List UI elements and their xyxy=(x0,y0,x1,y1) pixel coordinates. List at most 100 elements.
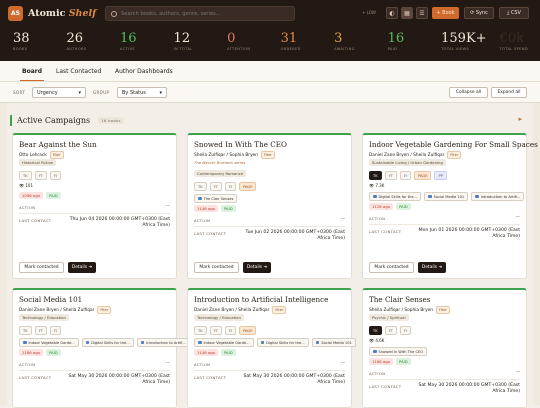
campaign-card[interactable]: Bear Against the Sun Otto Lehrack Fiter His… xyxy=(12,133,177,279)
platform-chip[interactable]: PAGE xyxy=(239,182,257,191)
linked-book[interactable]: Digital Skills for the... xyxy=(369,192,422,201)
action-value: — xyxy=(165,204,171,209)
platform-chips: TK YT FI xyxy=(19,326,62,335)
grid-view-icon[interactable]: ▦ xyxy=(401,7,413,19)
card-author: Daniel Zane Bryen / Sheila Zulfiqar Fiter xyxy=(369,151,462,159)
section-menu-icon[interactable]: ▸ xyxy=(518,115,522,123)
platform-chip[interactable]: FI xyxy=(224,182,237,191)
platform-chip[interactable]: YT xyxy=(209,182,222,191)
brand-main: Atomic xyxy=(28,8,66,19)
sync-button[interactable]: ⟳ Sync xyxy=(464,7,494,19)
csv-button[interactable]: ⤓ CSV xyxy=(499,7,529,19)
platform-chip[interactable]: YT xyxy=(209,326,222,335)
platform-chip[interactable]: YT xyxy=(384,326,397,335)
platform-chip[interactable]: TK xyxy=(194,182,207,191)
card-title[interactable]: Bear Against the Sun xyxy=(19,140,97,149)
linked-book[interactable]: The Clair Senses xyxy=(194,194,238,203)
campaign-card[interactable]: The Clair Senses Sheila Zulfiqar / Sophia… xyxy=(362,288,527,408)
mark-contacted-button[interactable]: Mark contacted xyxy=(19,262,64,273)
platform-chip[interactable]: TK xyxy=(194,326,207,335)
status-row: 1126 ago PAID xyxy=(369,203,411,210)
days-ago-badge: 1166 ago xyxy=(369,358,393,365)
platform-chip[interactable]: YT xyxy=(34,171,47,180)
card-title[interactable]: Social Media 101 xyxy=(19,295,82,304)
campaign-card[interactable]: Snowed In With The CEO Sheila Zulfiqar / … xyxy=(187,133,352,279)
top-bar: AS Atomic Shelf + LOW ◐ ▦ ☰ + Book ⟳ Syn… xyxy=(0,0,540,27)
linked-book[interactable]: Indoor Vegetable Garde... xyxy=(19,338,79,347)
card-divider xyxy=(19,213,170,214)
expand-all-button[interactable]: Expand all xyxy=(491,87,527,98)
campaign-card[interactable]: Social Media 101 Daniel Zane Bryen / Shei… xyxy=(12,288,190,408)
linked-book[interactable]: Social Media 101 xyxy=(424,192,469,201)
last-contact-value: Tue Jun 02 2026 00:00:00 GMT+0300 (East … xyxy=(245,230,345,241)
campaign-card[interactable]: Indoor Vegetable Gardening For Small Spa… xyxy=(362,133,538,279)
details-button[interactable]: Details ➜ xyxy=(418,262,446,273)
linked-book[interactable]: Introduction to Artifi... xyxy=(471,192,525,201)
platform-chip[interactable]: TK xyxy=(19,326,32,335)
platform-chip[interactable]: FI xyxy=(224,326,237,335)
platform-chip[interactable]: PAGE xyxy=(414,171,432,180)
collapse-all-button[interactable]: Collapse all xyxy=(449,87,488,98)
linked-book[interactable]: Digital Skills for the... xyxy=(81,338,134,347)
platform-chip[interactable]: TK xyxy=(369,326,382,335)
section-header[interactable]: Active Campaigns 16 books ▸ xyxy=(10,112,530,128)
mark-contacted-button[interactable]: Mark contacted xyxy=(194,262,239,273)
add-book-button[interactable]: + Book xyxy=(432,7,459,19)
details-button[interactable]: Details ➜ xyxy=(68,262,96,273)
card-title[interactable]: Introduction to Artificial Intelligence xyxy=(194,295,328,304)
series-label: The Mercer Brothers series xyxy=(194,160,246,165)
paid-badge: PAID xyxy=(220,349,236,356)
tab-author-dashboards[interactable]: Author Dashboards xyxy=(115,68,173,75)
author-name: Sheila Zulfiqar / Sophia Bryen xyxy=(369,307,433,313)
book-icon xyxy=(373,194,377,199)
platform-chip[interactable]: FI xyxy=(399,171,412,180)
group-select[interactable]: By Status ▾ xyxy=(117,87,167,98)
linked-book[interactable]: Indoor Vegetable Garde... xyxy=(194,338,254,347)
stat-label: AUTHORS xyxy=(66,47,87,51)
genre-tag: Sustainable Living / Urban Gardening xyxy=(369,159,446,166)
details-button[interactable]: Details ➜ xyxy=(243,262,271,273)
genre-tag: Contemporary Romance xyxy=(194,170,247,177)
linked-book-title: Digital Skills for the... xyxy=(378,194,418,199)
list-view-icon[interactable]: ☰ xyxy=(416,7,428,19)
platform-chip[interactable]: FI xyxy=(49,171,62,180)
linked-book[interactable]: Introduction to Artifi... xyxy=(136,338,190,347)
linked-book[interactable]: Digital Skills for the... xyxy=(256,338,309,347)
last-contact-label: LAST CONTACT xyxy=(369,229,402,234)
status-row: 1096 ago PAID xyxy=(19,192,61,199)
platform-chip[interactable]: TK xyxy=(369,171,382,180)
platform-chip[interactable]: YT xyxy=(34,326,47,335)
last-contact-label: LAST CONTACT xyxy=(19,375,52,380)
action-label: ACTION xyxy=(19,362,36,367)
tab-board[interactable]: Board xyxy=(20,68,44,81)
campaign-card[interactable]: Introduction to Artificial Intelligence D… xyxy=(187,288,356,408)
paid-badge: PAID xyxy=(45,192,61,199)
card-title[interactable]: Snowed In With The CEO xyxy=(194,140,287,149)
platform-chip[interactable]: PP xyxy=(434,171,447,180)
linked-book[interactable]: Social Media 101 xyxy=(311,338,356,347)
paid-badge: PAID xyxy=(220,205,236,212)
platform-chip[interactable]: TK xyxy=(19,171,32,180)
sort-label: SORT xyxy=(13,90,26,95)
card-title[interactable]: Indoor Vegetable Gardening For Small Spa… xyxy=(369,140,538,149)
platform-chip[interactable]: YT xyxy=(384,171,397,180)
theme-icon[interactable]: ◐ xyxy=(386,7,398,19)
platform-chip[interactable]: FI xyxy=(399,326,412,335)
search-box[interactable] xyxy=(105,6,295,21)
platform-chip[interactable]: FI xyxy=(49,326,62,335)
action-value: — xyxy=(165,361,171,366)
chevron-down-icon: ▾ xyxy=(159,89,162,96)
card-title[interactable]: The Clair Senses xyxy=(369,295,431,304)
mark-contacted-button[interactable]: Mark contacted xyxy=(369,262,414,273)
sort-select[interactable]: Urgency ▾ xyxy=(32,87,86,98)
days-ago-badge: 1186 ago xyxy=(19,349,43,356)
last-contact-label: LAST CONTACT xyxy=(19,218,52,223)
platform-chip[interactable]: PAGE xyxy=(239,326,257,335)
stat-9: €0k TOTAL SPEND xyxy=(487,27,540,61)
stat-label: AWAITING xyxy=(334,47,355,51)
search-input[interactable] xyxy=(121,10,291,17)
linked-book[interactable]: Snowed In With The CEO xyxy=(369,347,428,356)
book-icon xyxy=(85,340,90,345)
stat-value: 31 xyxy=(280,31,298,46)
tab-last-contacted[interactable]: Last Contacted xyxy=(56,68,101,75)
